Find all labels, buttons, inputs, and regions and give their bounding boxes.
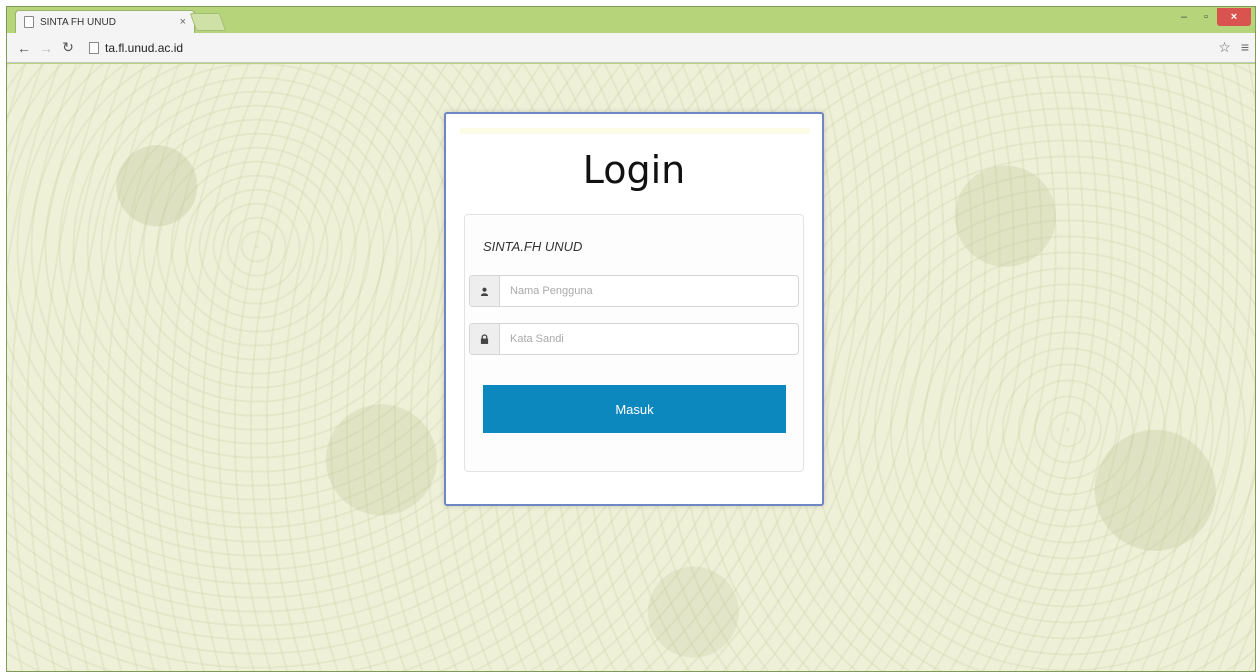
tab-title: SINTA FH UNUD <box>40 16 116 28</box>
url-text: ta.fl.unud.ac.id <box>105 40 184 55</box>
login-submit-button[interactable]: Masuk <box>483 385 786 433</box>
card-divider <box>460 128 810 134</box>
page-viewport: Login SINTA.FH UNUD Masuk <box>7 64 1255 671</box>
password-field <box>469 323 799 355</box>
login-heading: Login <box>582 148 686 192</box>
title-bar: SINTA FH UNUD × – ▫ × <box>7 7 1255 33</box>
username-input[interactable] <box>500 276 798 306</box>
back-arrow-icon[interactable]: ← <box>13 40 35 56</box>
window-controls: – ▫ × <box>1173 7 1251 27</box>
tab-close-icon[interactable]: × <box>180 16 186 28</box>
close-window-button[interactable]: × <box>1217 8 1251 26</box>
password-input[interactable] <box>500 324 798 354</box>
page-icon <box>24 16 34 28</box>
forward-arrow-icon[interactable]: → <box>35 40 57 56</box>
browser-toolbar: ← → ↻ ta.fl.unud.ac.id ☆ ≡ <box>7 33 1255 63</box>
username-field <box>469 275 799 307</box>
browser-window: SINTA FH UNUD × – ▫ × ← → ↻ ta.fl.unud.a… <box>6 6 1256 672</box>
browser-tab[interactable]: SINTA FH UNUD × <box>15 10 195 33</box>
login-form-panel: SINTA.FH UNUD Masuk <box>464 214 804 472</box>
lock-icon <box>470 324 500 354</box>
user-icon <box>470 276 500 306</box>
star-icon[interactable]: ☆ <box>1218 39 1231 56</box>
new-tab-button[interactable] <box>189 13 227 31</box>
menu-icon[interactable]: ≡ <box>1241 39 1249 56</box>
login-card: Login SINTA.FH UNUD Masuk <box>444 112 824 506</box>
reload-icon[interactable]: ↻ <box>57 39 79 56</box>
brand-label: SINTA.FH UNUD <box>483 239 583 254</box>
maximize-button[interactable]: ▫ <box>1195 8 1217 26</box>
page-icon <box>89 41 99 54</box>
address-bar[interactable]: ta.fl.unud.ac.id <box>85 37 1212 59</box>
minimize-button[interactable]: – <box>1173 8 1195 26</box>
